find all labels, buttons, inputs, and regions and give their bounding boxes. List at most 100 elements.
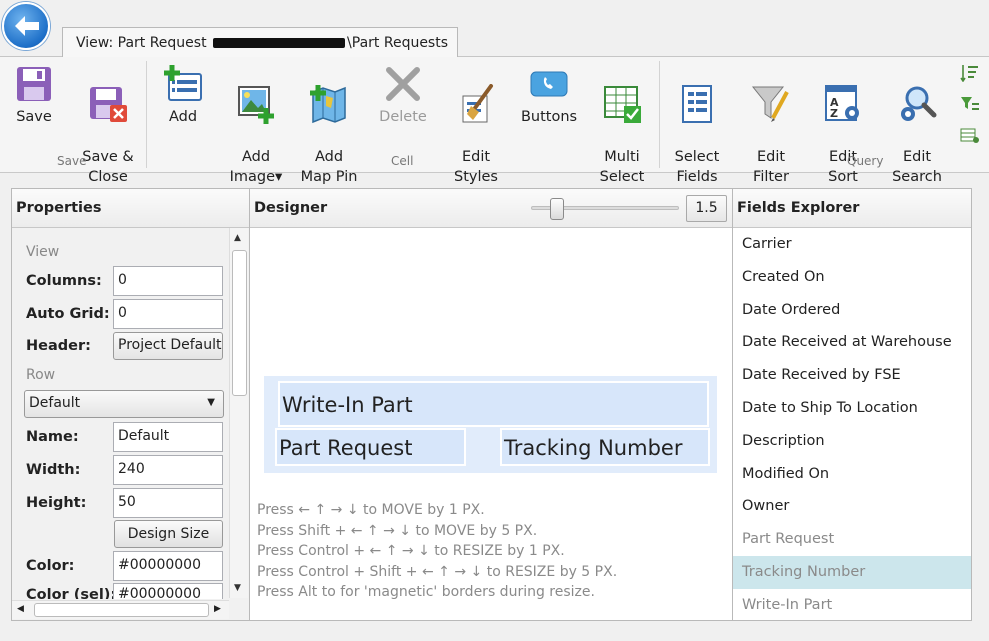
filter-icon bbox=[751, 86, 789, 122]
tab-title-prefix: View: Part Request bbox=[76, 35, 207, 51]
edit-sort-button[interactable]: AZ Edit Sort bbox=[815, 61, 871, 207]
buttons-label: Buttons bbox=[520, 109, 578, 125]
auto-grid-input[interactable]: 0 bbox=[113, 299, 223, 329]
add-button[interactable]: Add bbox=[158, 61, 208, 127]
group-label-query: Query bbox=[847, 154, 884, 168]
height-input[interactable]: 50 bbox=[113, 488, 223, 518]
phone-button-icon bbox=[530, 71, 568, 97]
field-item[interactable]: Modified On bbox=[733, 458, 971, 491]
select-fields-button[interactable]: Select Fields bbox=[668, 61, 726, 207]
sort-icon: AZ bbox=[825, 85, 859, 121]
fields-explorer-title: Fields Explorer bbox=[733, 189, 971, 228]
save-label: Save bbox=[16, 109, 52, 125]
add-map-pin-label: Add Map Pin bbox=[300, 149, 358, 185]
tracking-number-cell[interactable]: Tracking Number bbox=[500, 428, 710, 466]
group-label-save: Save bbox=[57, 154, 87, 168]
edit-styles-button[interactable]: Edit Styles bbox=[447, 61, 505, 207]
scroll-left-icon[interactable]: ◀ bbox=[17, 604, 24, 614]
grid-list-icon[interactable] bbox=[960, 127, 980, 145]
save-close-button[interactable]: Save & Close bbox=[78, 61, 138, 207]
view-tab[interactable]: View: Part Request \Part Requests bbox=[62, 27, 458, 58]
back-button[interactable] bbox=[2, 2, 50, 50]
tab-strip: View: Part Request \Part Requests bbox=[0, 0, 989, 58]
field-item[interactable]: Description bbox=[733, 425, 971, 458]
zoom-slider[interactable] bbox=[531, 198, 679, 220]
edit-search-button[interactable]: Edit Search bbox=[888, 61, 946, 207]
field-item[interactable]: Tracking Number bbox=[733, 556, 971, 589]
scroll-up-icon[interactable]: ▲ bbox=[234, 233, 241, 243]
save-button[interactable]: Save bbox=[8, 61, 60, 127]
columns-input[interactable]: 0 bbox=[113, 266, 223, 296]
brush-icon bbox=[462, 84, 493, 123]
select-fields-label: Select Fields bbox=[674, 149, 720, 185]
color-sel-input[interactable]: #00000000 bbox=[113, 583, 223, 599]
properties-horizontal-scrollbar[interactable]: ◀ ▶ bbox=[12, 600, 229, 619]
name-input[interactable]: Default bbox=[113, 422, 223, 452]
save-close-icon bbox=[90, 87, 127, 122]
add-image-icon bbox=[238, 86, 274, 124]
field-item[interactable]: Created On bbox=[733, 261, 971, 294]
delete-button[interactable]: Delete bbox=[374, 61, 432, 127]
field-item[interactable]: Date Ordered bbox=[733, 294, 971, 327]
scroll-down-icon[interactable]: ▼ bbox=[234, 583, 241, 593]
write-in-part-cell[interactable]: Write-In Part bbox=[278, 381, 709, 427]
multi-select-label: Multi Select bbox=[599, 149, 645, 185]
add-image-button[interactable]: Add Image▾ bbox=[226, 61, 286, 207]
redacted-path bbox=[213, 38, 346, 48]
edit-filter-button[interactable]: Edit Filter bbox=[743, 61, 799, 207]
field-item[interactable]: Part Request bbox=[733, 523, 971, 556]
hint-line: Press Shift + ← ↑ → ↓ to MOVE by 5 PX. bbox=[257, 522, 538, 539]
color-sel-label: Color (sel): bbox=[26, 587, 117, 599]
zoom-value[interactable]: 1.5 bbox=[686, 195, 727, 222]
add-image-label: Add Image▾ bbox=[229, 149, 283, 185]
add-map-pin-button[interactable]: Add Map Pin bbox=[298, 61, 360, 207]
edit-search-label: Edit Search bbox=[892, 149, 942, 185]
header-select[interactable]: Project Default bbox=[113, 332, 223, 360]
ribbon-toolbar: Save Save & Close Save Add Add Image▾ Ad… bbox=[0, 57, 989, 185]
scroll-right-icon[interactable]: ▶ bbox=[214, 604, 221, 614]
chevron-down-icon: ▼ bbox=[207, 397, 215, 408]
hint-line: Press Alt to for 'magnetic' borders duri… bbox=[257, 584, 595, 600]
save-close-label: Save & Close bbox=[82, 149, 134, 185]
buttons-button[interactable]: Buttons bbox=[519, 61, 579, 127]
field-item[interactable]: Date Received by FSE bbox=[733, 359, 971, 392]
horizontal-scroll-thumb[interactable] bbox=[34, 603, 209, 617]
color-label: Color: bbox=[26, 558, 75, 574]
sort-list-icon[interactable] bbox=[960, 64, 980, 82]
group-label-cell: Cell bbox=[391, 154, 414, 168]
filter-list-icon[interactable] bbox=[960, 95, 980, 113]
field-item[interactable]: Write-In Part bbox=[733, 589, 971, 622]
multi-select-button[interactable]: Multi Select bbox=[594, 61, 650, 207]
svg-text:Z: Z bbox=[830, 107, 838, 120]
zoom-slider-thumb[interactable] bbox=[550, 198, 565, 220]
hint-line: Press Control + ← ↑ → ↓ to RESIZE by 1 P… bbox=[257, 543, 565, 559]
header-label: Header: bbox=[26, 338, 91, 354]
height-label: Height: bbox=[26, 495, 87, 511]
edit-filter-label: Edit Filter bbox=[753, 149, 789, 185]
columns-label: Columns: bbox=[26, 273, 102, 289]
hint-line: Press ← ↑ → ↓ to MOVE by 1 PX. bbox=[257, 502, 485, 518]
properties-vertical-scrollbar[interactable]: ▲ ▼ bbox=[229, 228, 248, 598]
row-select[interactable]: Default ▼ bbox=[24, 390, 224, 418]
arrow-left-icon bbox=[15, 16, 39, 36]
width-input[interactable]: 240 bbox=[113, 455, 223, 485]
design-size-button[interactable]: Design Size bbox=[114, 520, 223, 548]
multi-select-icon bbox=[604, 86, 641, 123]
name-label: Name: bbox=[26, 429, 79, 445]
field-item[interactable]: Owner bbox=[733, 490, 971, 523]
save-icon bbox=[17, 67, 51, 101]
vertical-scroll-thumb[interactable] bbox=[232, 250, 247, 396]
header-select-value: Project Default bbox=[118, 337, 222, 353]
field-item[interactable]: Carrier bbox=[733, 228, 971, 261]
color-input[interactable]: #00000000 bbox=[113, 551, 223, 581]
clipped-row: Color (sel): #00000000 bbox=[12, 583, 229, 599]
document-icon bbox=[682, 85, 712, 123]
add-label: Add bbox=[168, 109, 198, 125]
field-item[interactable]: Date to Ship To Location bbox=[733, 392, 971, 425]
part-request-cell[interactable]: Part Request bbox=[275, 428, 466, 466]
delete-icon bbox=[386, 67, 420, 101]
map-pin-icon bbox=[310, 85, 346, 124]
add-icon bbox=[164, 65, 202, 101]
view-section-label: View bbox=[26, 244, 60, 260]
field-item[interactable]: Date Received at Warehouse bbox=[733, 326, 971, 359]
